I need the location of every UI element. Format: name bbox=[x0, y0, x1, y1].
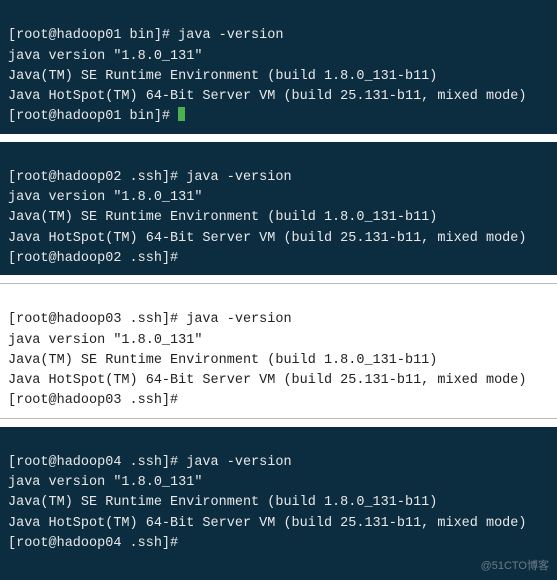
prompt: [root@hadoop02 .ssh]# bbox=[8, 251, 186, 266]
output-line: Java HotSpot(TM) 64-Bit Server VM (build… bbox=[8, 89, 526, 104]
cursor-icon bbox=[178, 107, 185, 121]
prompt: [root@hadoop03 .ssh]# bbox=[8, 393, 186, 408]
output-line: java version "1.8.0_131" bbox=[8, 475, 202, 490]
terminal-hadoop04[interactable]: [root@hadoop04 .ssh]# java -version java… bbox=[0, 427, 557, 580]
command-text: java -version bbox=[186, 312, 291, 327]
prompt: [root@hadoop03 .ssh]# java -version bbox=[8, 312, 292, 327]
prompt: [root@hadoop01 bin]# bbox=[8, 109, 185, 124]
output-line: Java HotSpot(TM) 64-Bit Server VM (build… bbox=[8, 231, 526, 246]
output-line: java version "1.8.0_131" bbox=[8, 49, 202, 64]
terminal-hadoop01[interactable]: [root@hadoop01 bin]# java -version java … bbox=[0, 0, 557, 134]
terminal-hadoop02[interactable]: [root@hadoop02 .ssh]# java -version java… bbox=[0, 142, 557, 276]
output-line: java version "1.8.0_131" bbox=[8, 333, 202, 348]
command-text: java -version bbox=[186, 455, 291, 470]
output-line: Java(TM) SE Runtime Environment (build 1… bbox=[8, 210, 437, 225]
prompt: [root@hadoop02 .ssh]# java -version bbox=[8, 170, 292, 185]
terminal-hadoop03[interactable]: [root@hadoop03 .ssh]# java -version java… bbox=[0, 283, 557, 419]
output-line: Java HotSpot(TM) 64-Bit Server VM (build… bbox=[8, 373, 526, 388]
watermark-label: @51CTO博客 bbox=[481, 558, 549, 575]
output-line: Java HotSpot(TM) 64-Bit Server VM (build… bbox=[8, 516, 526, 531]
prompt: [root@hadoop04 .ssh]# java -version bbox=[8, 455, 292, 470]
output-line: java version "1.8.0_131" bbox=[8, 190, 202, 205]
command-text: java -version bbox=[178, 28, 283, 43]
command-text: java -version bbox=[186, 170, 291, 185]
output-line: Java(TM) SE Runtime Environment (build 1… bbox=[8, 353, 437, 368]
output-line: Java(TM) SE Runtime Environment (build 1… bbox=[8, 495, 437, 510]
prompt: [root@hadoop04 .ssh]# bbox=[8, 536, 186, 551]
prompt: [root@hadoop01 bin]# java -version bbox=[8, 28, 283, 43]
output-line: Java(TM) SE Runtime Environment (build 1… bbox=[8, 69, 437, 84]
